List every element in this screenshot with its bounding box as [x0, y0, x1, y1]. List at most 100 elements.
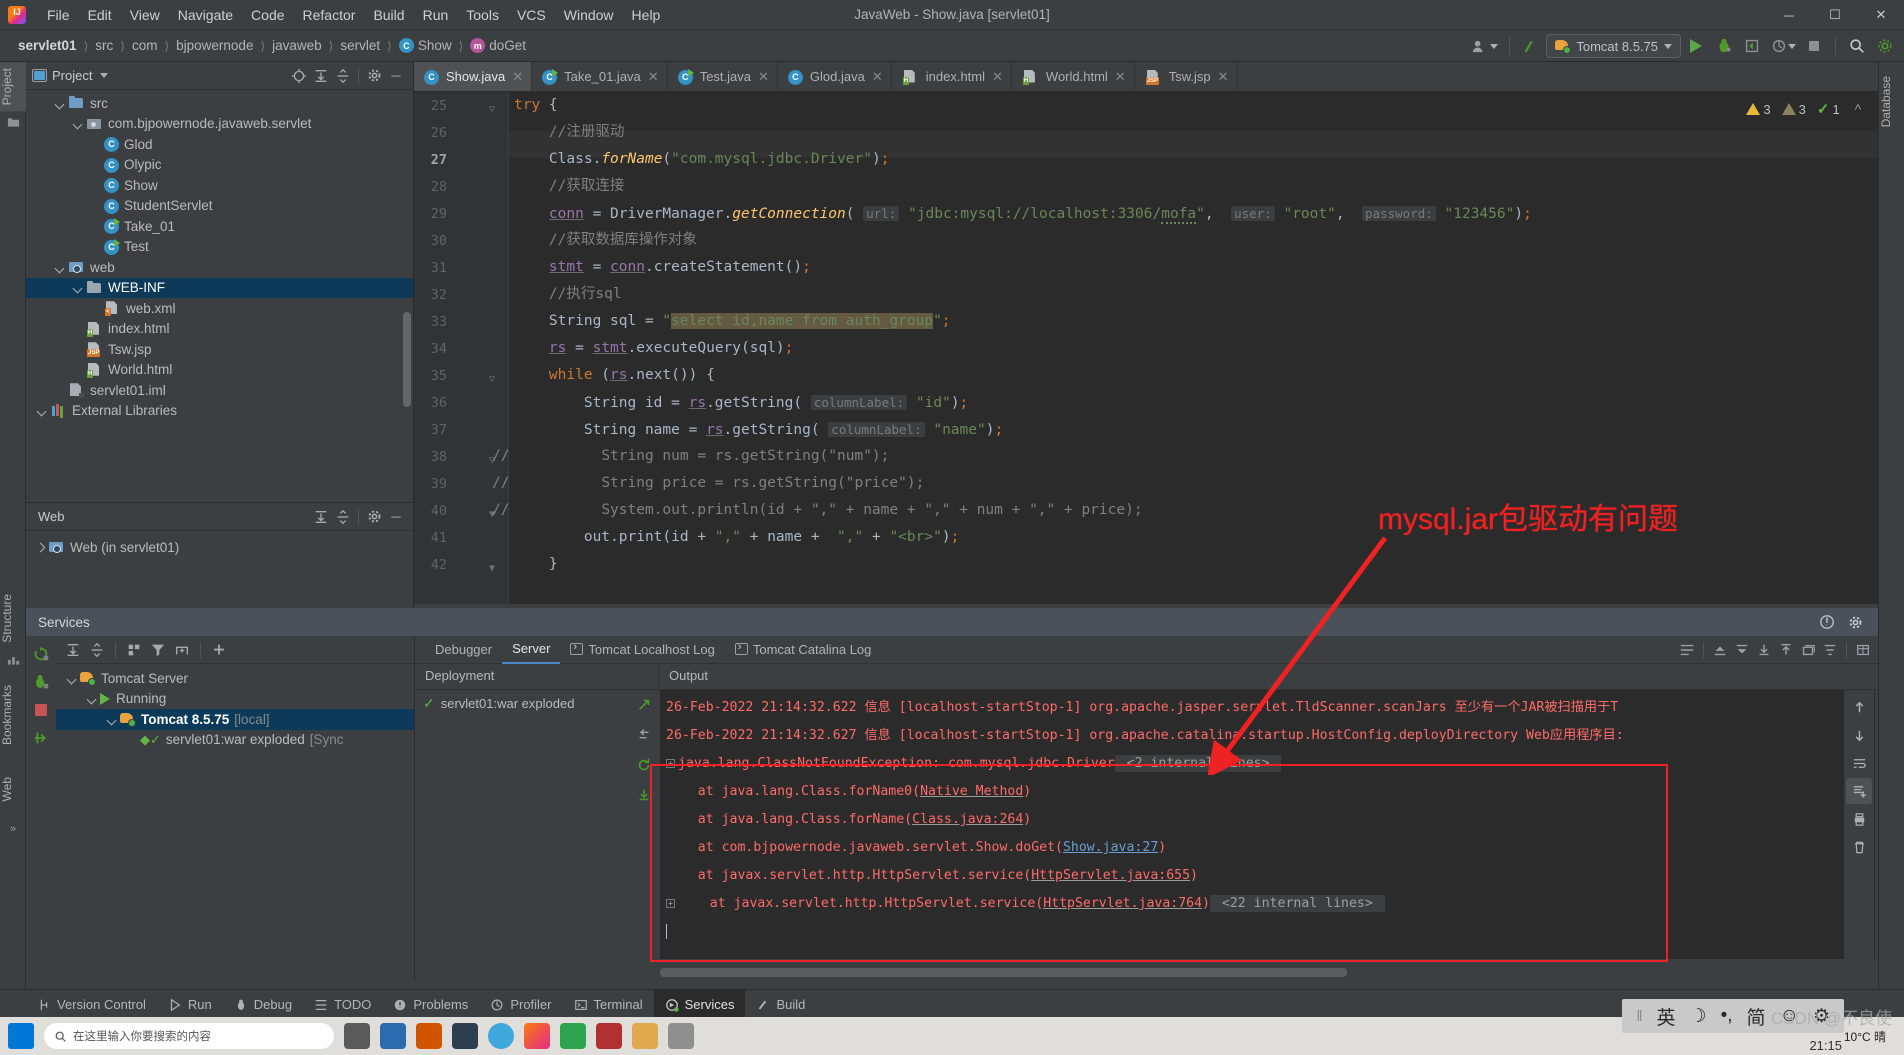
services-tree-item-tomcat-server[interactable]: Tomcat Server [56, 668, 414, 689]
bottom-bar-services[interactable]: Services [653, 989, 746, 1020]
code-fold-marker[interactable]: ▼ [486, 563, 498, 575]
gear-icon[interactable] [363, 506, 385, 528]
code-fold-marker[interactable]: ▽ [486, 104, 498, 116]
user-dropdown-icon[interactable] [1469, 33, 1501, 59]
launch-icon[interactable] [629, 690, 659, 720]
add-icon[interactable] [208, 639, 230, 661]
editor-gutter[interactable]: 25 ▽ 26 27 28 29 30 31 32 33 34 35 ▽ 36 37 38 ▽ 39 40 ▼ 41 42… [414, 92, 509, 604]
restart-icon[interactable] [629, 780, 659, 810]
breadcrumb-bjpowernode[interactable]: bjpowernode [172, 36, 257, 55]
bottom-bar-problems[interactable]: Problems [382, 990, 479, 1020]
breadcrumb-servlet01[interactable]: servlet01 [14, 36, 81, 55]
bottom-bar-debug[interactable]: Debug [223, 990, 303, 1020]
ime-punctuation-icon[interactable]: •, [1721, 1005, 1733, 1027]
close-tab-icon[interactable]: ✕ [1218, 69, 1229, 85]
search-icon[interactable] [1844, 33, 1870, 59]
project-tree-item-com-bjpowernode-javaweb-servlet[interactable]: com.bjpowernode.javaweb.servlet [26, 114, 413, 135]
project-tree-item-glod[interactable]: Glod [26, 134, 413, 155]
project-tree[interactable]: srccom.bjpowernode.javaweb.servlet Glod Ol… [26, 90, 413, 502]
taskbar-weather[interactable]: 10°C 晴 [1844, 1028, 1886, 1045]
editor-tab-test-java[interactable]: Test.java ✕ [668, 62, 778, 91]
hide-panel-icon[interactable]: ─ [385, 65, 407, 87]
services-tab-server[interactable]: Server [502, 636, 561, 664]
services-tree-item-running[interactable]: Running [56, 689, 414, 710]
editor-tab-show-java[interactable]: Show.java ✕ [414, 62, 533, 91]
bottom-bar-profiler[interactable]: Profiler [479, 990, 562, 1020]
run-button[interactable] [1683, 33, 1709, 59]
help-icon[interactable] [1816, 611, 1838, 633]
console-link[interactable]: HttpServlet.java:764 [1043, 896, 1202, 911]
stop-button[interactable] [1801, 33, 1827, 59]
build-icon[interactable] [1518, 33, 1544, 59]
run-with-coverage-button[interactable] [1739, 33, 1765, 59]
chevron-down-icon[interactable] [72, 117, 85, 130]
debug-button[interactable] [1711, 33, 1737, 59]
down-icon[interactable] [1846, 722, 1872, 748]
chevron-down-icon[interactable] [100, 73, 109, 78]
app-icon-1[interactable] [380, 1023, 406, 1049]
expand-all-icon[interactable] [310, 506, 332, 528]
project-tree-item-world-html[interactable]: H World.html [26, 360, 413, 381]
menu-tools[interactable]: Tools [457, 4, 508, 26]
console-horizontal-scrollbar[interactable] [660, 968, 1844, 977]
profiler-button[interactable] [1767, 33, 1799, 59]
filter-icon[interactable] [147, 639, 169, 661]
app-icon-ps[interactable] [452, 1023, 478, 1049]
taskbar-search[interactable]: 在这里输入你要搜索的内容 [44, 1023, 334, 1049]
code-editor[interactable]: 25 ▽ 26 27 28 29 30 31 32 33 34 35 ▽ 36 37 38 ▽ 39 40 ▼ 41 42… [414, 92, 1904, 604]
bottom-bar-terminal[interactable]: Terminal [563, 990, 654, 1020]
bottom-bar-version-control[interactable]: Version Control [26, 990, 157, 1020]
bottom-bar-todo[interactable]: TODO [303, 990, 382, 1020]
code-fold-marker[interactable]: ▽ [486, 374, 498, 386]
collapse-all-icon[interactable] [332, 506, 354, 528]
menu-view[interactable]: View [121, 4, 169, 26]
chevron-down-icon[interactable] [86, 692, 99, 705]
project-tree-item-test[interactable]: Test [26, 237, 413, 258]
project-tree-item-take-01[interactable]: Take_01 [26, 216, 413, 237]
deployment-column[interactable]: ✓ servlet01:war exploded [415, 690, 659, 981]
menu-navigate[interactable]: Navigate [169, 4, 242, 26]
project-tree-item-tsw-jsp[interactable]: JSP Tsw.jsp [26, 339, 413, 360]
bottom-bar-build[interactable]: Build [745, 990, 816, 1020]
soft-wrap-icon[interactable] [1846, 750, 1872, 776]
breadcrumb-src[interactable]: src [91, 36, 117, 55]
menu-window[interactable]: Window [555, 4, 623, 26]
close-tab-icon[interactable]: ✕ [1115, 69, 1126, 85]
close-tab-icon[interactable]: ✕ [872, 69, 883, 85]
menu-edit[interactable]: Edit [79, 4, 121, 26]
gear-icon[interactable] [1844, 611, 1866, 633]
update-icon[interactable] [629, 750, 659, 780]
close-tab-icon[interactable]: ✕ [648, 69, 659, 85]
trash-icon[interactable] [1846, 834, 1872, 860]
project-tree-item-show[interactable]: Show [26, 175, 413, 196]
close-tab-icon[interactable]: ✕ [512, 69, 523, 85]
breadcrumb-servlet[interactable]: servlet [336, 36, 384, 55]
app-icon-4[interactable] [596, 1023, 622, 1049]
tool-window-database[interactable]: Database [1879, 70, 1904, 133]
table-view-icon[interactable] [1852, 639, 1874, 661]
rerun-icon[interactable] [26, 640, 56, 668]
maximize-button[interactable]: ☐ [1812, 0, 1858, 30]
app-icon-edge[interactable] [488, 1023, 514, 1049]
menu-help[interactable]: Help [623, 4, 670, 26]
project-tree-item-web-xml[interactable]: < web.xml [26, 298, 413, 319]
run-configuration-selector[interactable]: Tomcat 8.5.75 [1546, 34, 1681, 58]
breadcrumb-doget[interactable]: m doGet [466, 36, 530, 55]
more-tool-windows-icon[interactable]: » [0, 818, 26, 840]
menu-build[interactable]: Build [364, 4, 413, 26]
app-icon-folder[interactable] [632, 1023, 658, 1049]
settings-gear-icon[interactable] [1872, 33, 1898, 59]
chevron-down-icon[interactable] [66, 672, 79, 685]
deployment-row[interactable]: ✓ servlet01:war exploded [415, 690, 658, 717]
close-button[interactable]: ✕ [1858, 0, 1904, 30]
console-link[interactable]: Show.java:27 [1063, 840, 1158, 855]
menu-refactor[interactable]: Refactor [294, 4, 365, 26]
project-tree-item-servlet01-iml[interactable]: servlet01.iml [26, 380, 413, 401]
soft-wrap-icon[interactable] [1676, 639, 1698, 661]
ime-grip-icon[interactable]: ‖ [1636, 1008, 1642, 1025]
print-icon[interactable] [1846, 806, 1872, 832]
stop-icon[interactable] [26, 696, 56, 724]
editor-tab-tsw-jsp[interactable]: JSP Tsw.jsp ✕ [1135, 62, 1238, 91]
web-tree-item[interactable]: Web (in servlet01) [26, 537, 413, 558]
tool-window-structure[interactable]: Structure [0, 588, 26, 649]
